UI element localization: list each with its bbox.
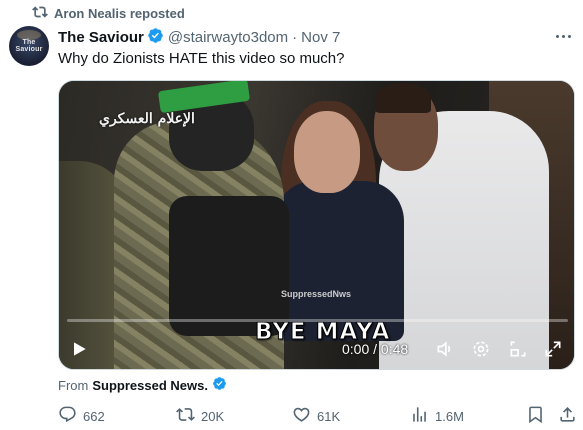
source-prefix: From [58, 377, 89, 393]
play-icon[interactable] [67, 337, 91, 361]
like-button[interactable]: 61K [292, 405, 340, 427]
video-player[interactable]: الإعلام العسكري SuppressedNws BYE MAYA 0… [58, 80, 575, 370]
handle[interactable]: @stairwayto3dom [168, 29, 288, 46]
channel-logo: الإعلام العسكري [99, 111, 195, 127]
volume-icon[interactable] [433, 337, 457, 361]
more-options-icon[interactable] [552, 26, 574, 46]
repost-action-icon [176, 405, 195, 427]
avatar-label: The Saviour [15, 39, 43, 53]
post-date[interactable]: Nov 7 [301, 29, 340, 46]
views-button[interactable]: 1.6M [410, 405, 464, 427]
display-name[interactable]: The Saviour [58, 29, 144, 46]
verified-badge-icon[interactable] [144, 27, 168, 48]
video-figure-center-body [274, 181, 404, 341]
tweet-header: The Saviour @stairwayto3dom · Nov 7 [58, 27, 340, 47]
bookmark-icon [526, 405, 545, 427]
action-bar: 662 20K 61K 1.6M [0, 402, 583, 428]
repost-indicator[interactable]: Aron Nealis reposted [32, 5, 185, 21]
reply-icon [58, 405, 77, 427]
source-attribution: From Suppressed News. [58, 376, 227, 394]
share-icon [558, 405, 577, 427]
video-figure-center-head [294, 111, 360, 193]
repost-button[interactable]: 20K [176, 405, 224, 427]
video-figure-right-hair [375, 83, 431, 113]
fullscreen-icon[interactable] [541, 337, 565, 361]
video-vest [169, 196, 289, 336]
settings-icon[interactable] [469, 337, 493, 361]
bookmark-button[interactable] [526, 405, 545, 427]
repost-text: Aron Nealis reposted [54, 5, 185, 21]
separator: · [292, 28, 298, 46]
like-count: 61K [317, 408, 341, 424]
video-watermark: SuppressedNws [281, 289, 352, 299]
source-name[interactable]: Suppressed News. [92, 378, 208, 393]
views-icon [410, 405, 429, 427]
source-verified-icon [208, 376, 227, 394]
reply-button[interactable]: 662 [58, 405, 105, 427]
share-button[interactable] [558, 405, 577, 427]
repost-count: 20K [201, 408, 225, 424]
repost-icon [32, 4, 48, 23]
video-time: 0:00 / 0:48 [342, 341, 409, 357]
picture-in-picture-icon[interactable] [506, 337, 530, 361]
video-controls: 0:00 / 0:48 [59, 331, 574, 367]
views-count: 1.6M [435, 408, 464, 424]
tweet-text: Why do Zionists HATE this video so much? [58, 50, 345, 67]
heart-icon [292, 405, 311, 427]
reply-count: 662 [83, 408, 105, 424]
avatar[interactable]: The Saviour [9, 26, 49, 66]
video-progress-bar[interactable] [67, 319, 568, 322]
